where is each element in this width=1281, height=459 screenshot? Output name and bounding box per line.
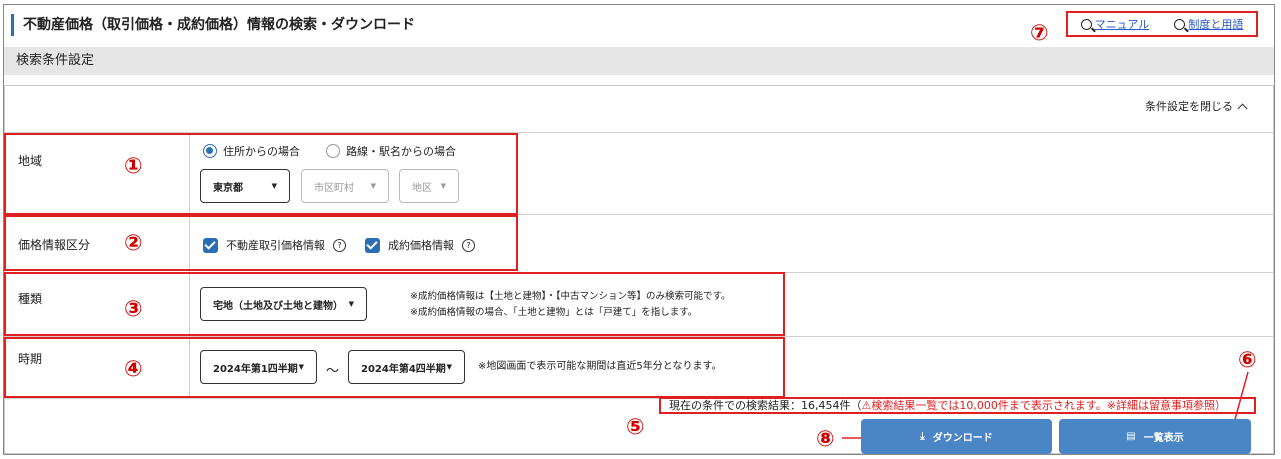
list-icon: ▤ <box>1126 431 1136 442</box>
list-view-button[interactable]: ▤ 一覧表示 <box>1059 419 1251 454</box>
download-button-label: ダウンロード <box>932 433 993 444</box>
annotation-lines <box>842 371 1249 446</box>
download-button[interactable]: ⤓ ダウンロード <box>861 419 1052 454</box>
list-view-button-label: 一覧表示 <box>1143 433 1184 444</box>
download-icon: ⤓ <box>920 431 925 442</box>
